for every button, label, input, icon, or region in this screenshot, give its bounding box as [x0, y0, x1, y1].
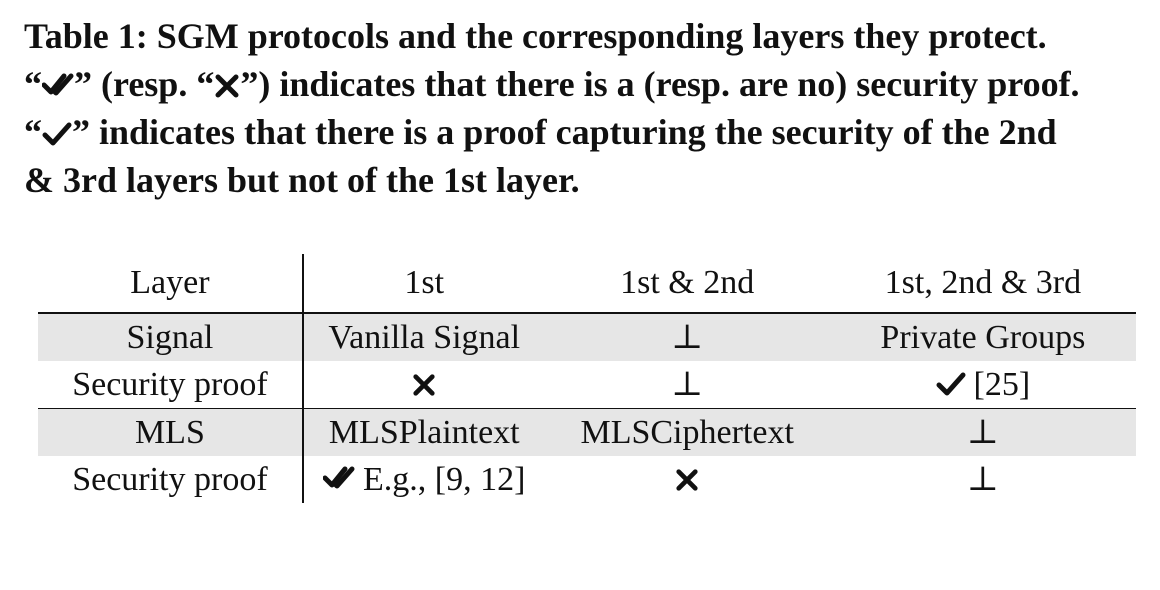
check-icon	[42, 122, 72, 146]
cell-proof-refs: E.g., [9, 12]	[303, 456, 545, 503]
cross-icon	[413, 374, 435, 396]
double-check-icon	[323, 466, 355, 489]
protocol-table: Layer 1st 1st & 2nd 1st, 2nd & 3rd Signa…	[38, 254, 1136, 503]
cell-bottom: ⊥	[829, 408, 1136, 456]
cell-no-proof	[545, 456, 830, 503]
double-check-icon	[42, 73, 74, 96]
cell-private-groups: Private Groups	[829, 312, 1136, 361]
cell-security-proof: Security proof	[38, 361, 304, 409]
check-icon	[936, 372, 966, 396]
cross-icon	[215, 74, 239, 98]
caption-line-2: “” (resp. “”) indicates that there is a …	[24, 64, 1080, 104]
cell-mls: MLS	[38, 408, 304, 456]
caption-line-4: & 3rd layers but not of the 1st layer.	[24, 160, 580, 200]
header-layer: Layer	[38, 254, 304, 313]
cell-security-proof: Security proof	[38, 456, 304, 503]
table-caption: Table 1: SGM protocols and the correspon…	[24, 12, 1154, 204]
cell-mlsplaintext: MLSPlaintext	[302, 408, 545, 456]
header-1st-2nd-3rd: 1st, 2nd & 3rd	[884, 264, 1082, 301]
header-1st-2nd: 1st & 2nd	[620, 264, 755, 301]
cell-mlsciphertext: MLSCiphertext	[544, 408, 830, 456]
caption-line-3: “” indicates that there is a proof captu…	[24, 112, 1057, 152]
table-row: Security proof ⊥ [25]	[38, 361, 1136, 409]
cell-vanilla-signal: Vanilla Signal	[302, 312, 545, 361]
cell-signal: Signal	[38, 312, 304, 361]
table-row: MLS MLSPlaintext MLSCiphertext ⊥	[38, 408, 1136, 456]
header-1st: 1st	[404, 264, 445, 301]
cell-bottom: ⊥	[966, 461, 999, 498]
cell-no-proof	[303, 361, 545, 409]
cell-bottom: ⊥	[671, 366, 704, 403]
table-row: Signal Vanilla Signal ⊥ Private Groups	[38, 312, 1136, 361]
cell-bottom: ⊥	[544, 312, 830, 361]
cell-proof-ref: [25]	[830, 361, 1136, 409]
cross-icon	[676, 469, 698, 491]
caption-line-1: Table 1: SGM protocols and the correspon…	[24, 16, 1047, 56]
table-header-row: Layer 1st 1st & 2nd 1st, 2nd & 3rd	[38, 254, 1136, 313]
table-row: Security proof E.g., [9, 12] ⊥	[38, 456, 1136, 503]
